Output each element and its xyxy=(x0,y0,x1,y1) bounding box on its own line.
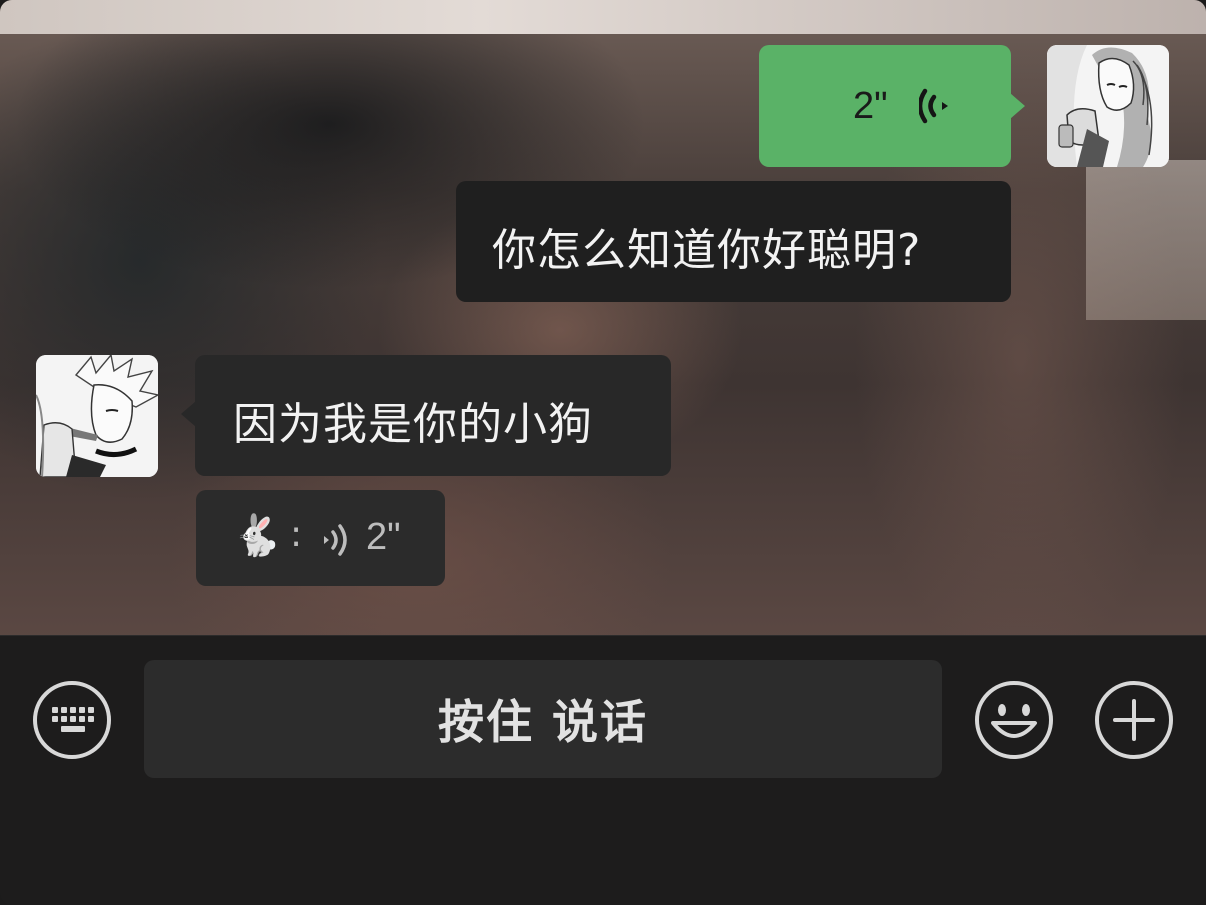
input-toolbar: 按住 说话 xyxy=(0,635,1206,905)
voice-duration: 2" xyxy=(366,516,401,558)
quoted-voice-message[interactable]: 🐇 : 2" xyxy=(196,490,445,586)
hold-to-talk-button[interactable]: 按住 说话 xyxy=(144,660,942,778)
keyboard-icon[interactable] xyxy=(31,679,113,761)
my-avatar[interactable] xyxy=(1047,45,1169,167)
chat-screen: 2" 你怎么知道你好聪明? 因为我是你的小狗 🐇: 2" 按住 说话 xyxy=(0,0,1206,905)
outgoing-voice-message[interactable]: 2" xyxy=(759,45,1025,167)
outgoing-text-message[interactable]: 你怎么知道你好聪明? xyxy=(456,181,1011,302)
incoming-text-message[interactable]: 因为我是你的小狗 xyxy=(181,355,671,476)
smiley-icon[interactable] xyxy=(973,679,1055,761)
hold-to-talk-label: 按住 说话 xyxy=(437,695,648,749)
rabbit-emoji-icon: 🐇 xyxy=(232,513,282,559)
friend-avatar[interactable] xyxy=(36,355,158,477)
manga-boy-avatar-image xyxy=(36,355,158,477)
message-text: 你怎么知道你好聪明? xyxy=(492,225,922,276)
voice-wave-icon xyxy=(919,88,948,124)
background-top-strip xyxy=(0,0,1206,34)
quote-separator: : xyxy=(290,514,303,555)
background-wall xyxy=(1086,160,1206,320)
voice-wave-icon xyxy=(324,524,347,556)
plus-icon[interactable] xyxy=(1093,679,1175,761)
manga-girl-avatar-image xyxy=(1047,45,1169,167)
message-text: 因为我是你的小狗 xyxy=(233,399,593,450)
voice-duration: 2" xyxy=(853,85,888,127)
